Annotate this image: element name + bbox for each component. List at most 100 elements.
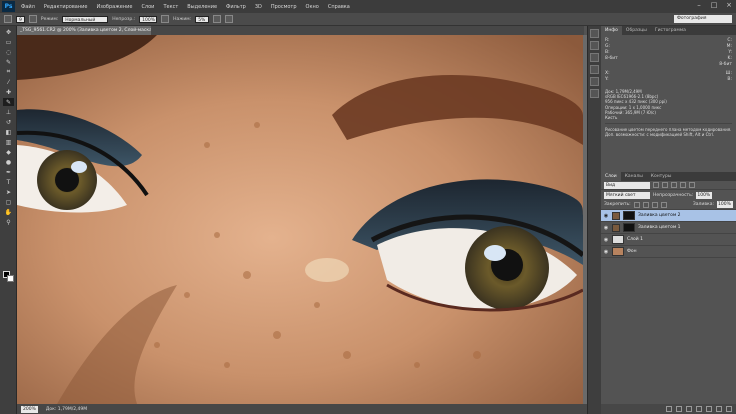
character-panel-icon[interactable] — [590, 89, 599, 98]
zoom-tool-icon[interactable]: ⚲ — [3, 218, 14, 226]
layer-kind-select[interactable]: Вид — [604, 181, 650, 189]
type-tool-icon[interactable]: T — [3, 178, 14, 186]
filter-adjustment-icon[interactable] — [662, 182, 668, 188]
healing-tool-icon[interactable]: ✚ — [3, 88, 14, 96]
eyedropper-tool-icon[interactable]: ⁄ — [3, 78, 14, 86]
tools-panel: ✥ ▭ ◌ ✎ ⌗ ⁄ ✚ ✎ ⊥ ↺ ◧ ▥ ◆ ● ✒ T ➤ ▢ ✋ ⚲ — [0, 26, 17, 414]
lasso-tool-icon[interactable]: ◌ — [3, 48, 14, 56]
background-color-swatch[interactable] — [7, 275, 14, 282]
visibility-eye-icon[interactable]: ◉ — [603, 213, 609, 219]
blend-mode-select[interactable]: Мягкий свет — [604, 191, 650, 199]
blur-tool-icon[interactable]: ◆ — [3, 148, 14, 156]
document-tab[interactable]: _TSG_9561.CR2 @ 200% (Заливка цветом 2, … — [17, 26, 151, 35]
filter-smart-icon[interactable] — [689, 182, 695, 188]
pressure-opacity-icon[interactable] — [161, 15, 170, 23]
layer-row[interactable]: ◉ Заливка цветом 2 — [601, 210, 736, 222]
visibility-eye-icon[interactable]: ◉ — [603, 237, 609, 243]
menu-layers[interactable]: Слои — [141, 4, 154, 10]
crop-tool-icon[interactable]: ⌗ — [3, 68, 14, 76]
history-brush-tool-icon[interactable]: ↺ — [3, 118, 14, 126]
layer-mask-thumb[interactable] — [623, 223, 635, 232]
dodge-tool-icon[interactable]: ● — [3, 158, 14, 166]
layer-style-icon[interactable] — [676, 406, 682, 412]
brush-size-field[interactable]: 9 — [16, 15, 25, 23]
layer-name: Слой 1 — [627, 237, 643, 242]
info-panel-tabs: Инфо Образцы Гистограмма — [601, 26, 736, 35]
menu-window[interactable]: Окно — [306, 4, 319, 10]
lock-transparency-icon[interactable] — [633, 201, 640, 208]
fill-label: Заливка: — [692, 202, 714, 207]
actions-panel-icon[interactable] — [590, 41, 599, 50]
adjustments-panel-icon[interactable] — [590, 65, 599, 74]
workspace-select[interactable]: Фотография — [674, 15, 732, 23]
path-select-tool-icon[interactable]: ➤ — [3, 188, 14, 196]
new-layer-icon[interactable] — [716, 406, 722, 412]
menu-text[interactable]: Текст — [163, 4, 178, 10]
filter-shape-icon[interactable] — [680, 182, 686, 188]
gradient-tool-icon[interactable]: ▥ — [3, 138, 14, 146]
tab-channels[interactable]: Каналы — [621, 172, 647, 181]
lock-all-icon[interactable] — [660, 201, 667, 208]
layer-row[interactable]: ◉ Слой 1 — [601, 234, 736, 246]
tab-info[interactable]: Инфо — [601, 26, 622, 35]
doc-size-info[interactable]: Док: 1,79M/2,49M — [46, 407, 87, 412]
menu-help[interactable]: Справка — [328, 4, 350, 10]
layer-row[interactable]: ◉ Заливка цветом 1 — [601, 222, 736, 234]
layer-opacity-label: Непрозрачность: — [653, 192, 694, 198]
lock-position-icon[interactable] — [651, 201, 658, 208]
document-canvas[interactable] — [17, 35, 583, 404]
filter-type-icon[interactable] — [671, 182, 677, 188]
new-group-icon[interactable] — [706, 406, 712, 412]
fill-field[interactable]: 100% — [717, 201, 733, 208]
add-mask-icon[interactable] — [686, 406, 692, 412]
eraser-tool-icon[interactable]: ◧ — [3, 128, 14, 136]
link-layers-icon[interactable] — [666, 406, 672, 412]
quick-select-tool-icon[interactable]: ✎ — [3, 58, 14, 66]
tab-histogram[interactable]: Гистограмма — [651, 26, 690, 35]
close-button[interactable]: × — [724, 1, 734, 10]
tab-layers[interactable]: Слои — [601, 172, 621, 181]
menu-file[interactable]: Файл — [21, 4, 35, 10]
brush-tool-icon[interactable] — [4, 15, 12, 23]
history-panel-icon[interactable] — [590, 29, 599, 38]
layer-row[interactable]: ◉ Фон — [601, 246, 736, 258]
menu-view[interactable]: Просмотр — [271, 4, 297, 10]
paragraph-panel-icon[interactable] — [590, 77, 599, 86]
tab-paths[interactable]: Контуры — [647, 172, 676, 181]
mode-select[interactable]: Нормальный — [62, 15, 109, 23]
filter-pixel-icon[interactable] — [653, 182, 659, 188]
maximize-button[interactable]: □ — [709, 1, 719, 10]
layers-footer — [601, 404, 736, 414]
face-closeup-image — [17, 35, 583, 404]
menu-filter[interactable]: Фильтр — [226, 4, 246, 10]
new-adjustment-icon[interactable] — [696, 406, 702, 412]
airbrush-icon[interactable] — [213, 15, 222, 23]
layers-panel-tabs: Слои Каналы Контуры — [601, 172, 736, 181]
zoom-field[interactable]: 200% — [21, 405, 38, 413]
tab-swatches[interactable]: Образцы — [622, 26, 651, 35]
layer-opacity-field[interactable]: 100% — [696, 191, 713, 199]
menu-image[interactable]: Изображение — [96, 4, 132, 10]
lock-pixels-icon[interactable] — [642, 201, 649, 208]
visibility-eye-icon[interactable]: ◉ — [603, 225, 609, 231]
pressure-size-icon[interactable] — [225, 15, 234, 23]
menu-3d[interactable]: 3D — [255, 4, 262, 10]
pen-tool-icon[interactable]: ✒ — [3, 168, 14, 176]
minimize-button[interactable]: – — [694, 1, 704, 10]
visibility-eye-icon[interactable]: ◉ — [603, 249, 609, 255]
hand-tool-icon[interactable]: ✋ — [3, 208, 14, 216]
brush-panel-icon[interactable] — [28, 15, 37, 23]
menu-edit[interactable]: Редактирование — [44, 4, 88, 10]
delete-layer-icon[interactable] — [726, 406, 732, 412]
clone-stamp-tool-icon[interactable]: ⊥ — [3, 108, 14, 116]
marquee-tool-icon[interactable]: ▭ — [3, 38, 14, 46]
move-tool-icon[interactable]: ✥ — [3, 28, 14, 36]
opacity-field[interactable]: 100% — [139, 15, 158, 23]
shape-tool-icon[interactable]: ▢ — [3, 198, 14, 206]
flow-field[interactable]: 5% — [195, 15, 210, 23]
properties-panel-icon[interactable] — [590, 53, 599, 62]
brush-tool-icon[interactable]: ✎ — [3, 98, 14, 106]
layer-thumb — [612, 247, 624, 256]
menu-select[interactable]: Выделение — [187, 4, 217, 10]
layer-mask-thumb[interactable] — [623, 211, 635, 220]
